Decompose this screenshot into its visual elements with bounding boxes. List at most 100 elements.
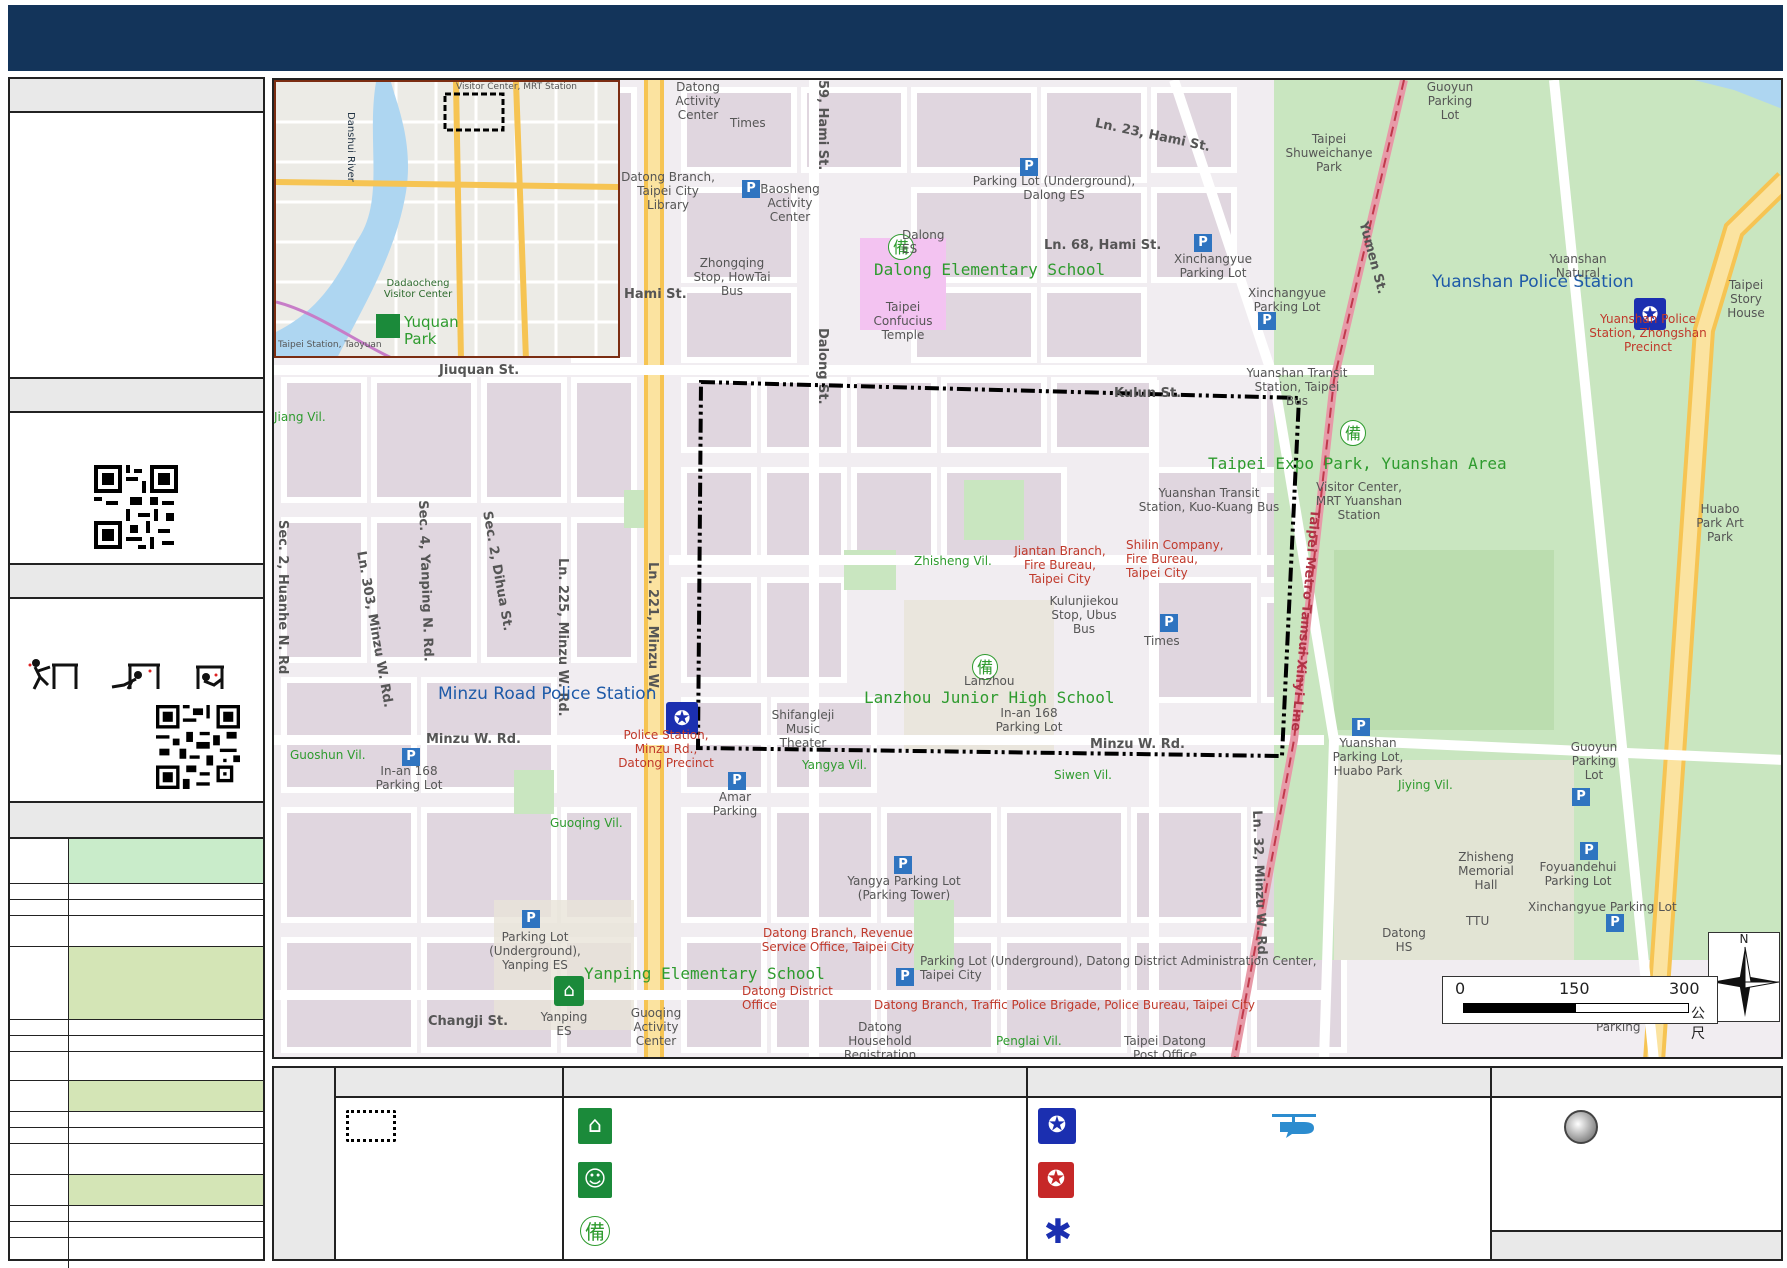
poi-label: Parking Lot (Underground), Datong Distri… [920,954,1317,982]
table-row [10,1019,263,1035]
qr-code-icon[interactable] [92,465,180,549]
poi-label: Jiantan Branch, Fire Bureau, Taipei City [1014,544,1106,586]
evacuation-route-legend-icon: ⌂ [578,1108,612,1144]
legend-col-divider [1026,1068,1028,1259]
poi-label: Yuanshan Transit Station, Taipei Bus [1246,366,1348,408]
poi-label: Lanzhou [964,674,1015,688]
map-view[interactable]: Dadaocheng Visitor Center Yuquan Park Da… [272,78,1783,1059]
evacuation-site-legend-icon: ☺ [578,1162,612,1198]
poi-label: Datong District Office [742,984,833,1012]
shelter-legend-icon: 備 [580,1216,610,1246]
info-panel-1-header [10,79,263,113]
parking-icon[interactable]: P [894,856,912,874]
parking-icon[interactable]: P [1194,234,1212,252]
info-panel-4-header [10,803,263,839]
parking-icon[interactable]: P [522,910,540,928]
poi-label: Amar Parking [712,790,758,818]
info-panel-1 [8,77,265,379]
table-row [10,899,263,915]
info-panel-2-header [10,379,263,413]
police-station-label-minzu: Minzu Road Police Station [438,684,657,704]
poi-label: Visitor Center, MRT Yuanshan Station [1315,480,1403,522]
parking-icon[interactable]: P [1606,914,1624,932]
poi-label: Parking Lot (Underground), Yanping ES [489,930,581,972]
north-arrow: N [1708,932,1780,1022]
info-table [10,839,263,1268]
street-label: Sec. 2, Huanhe N. Rd [275,520,290,675]
medical-legend-icon: ✱ [1043,1212,1073,1252]
inset-label-danshui: Danshui River [345,112,356,182]
poi-label: Yuanshan Parking Lot, Huabo Park [1332,736,1404,778]
street-label: Jiuquan St. [439,363,520,378]
poi-label: Guoyun Parking Lot [1426,80,1474,122]
parking-icon[interactable]: P [1572,788,1590,806]
info-panel-3 [8,563,265,803]
compass-icon [1711,946,1780,1017]
legend-col-divider [562,1068,564,1259]
legend-footer-cell [1492,1230,1781,1259]
poi-label: Taipei Shuweichanye Park [1285,132,1373,174]
street-label: Hami St. [624,287,687,302]
place-label-lanzhou: Lanzhou Junior High School [864,688,1115,707]
village-label: Penglai Vil. [996,1034,1062,1048]
scale-label-mid: 150 [1559,979,1590,998]
poi-label: Datong Branch, Traffic Police Brigade, P… [874,998,1256,1012]
parking-icon[interactable]: P [1352,718,1370,736]
police-legend-icon: ✪ [1038,1108,1076,1144]
poi-label: Yanping ES [540,1010,588,1038]
parking-icon[interactable]: P [1258,312,1276,330]
table-row [10,839,263,883]
poi-label: Datong Branch, Taipei City Library [621,170,715,212]
legend-panel: ⌂ ☺ 備 ✪ ✪ ✱ [272,1066,1783,1261]
poi-label: Yuanshan Police Station, Zhongshan Preci… [1589,312,1707,354]
poi-label: Yuanshan Transit Station, Kuo-Kuang Bus [1138,486,1280,514]
parking-icon[interactable]: P [1160,614,1178,632]
poi-label: Times [1144,634,1180,648]
poi-label: Datong Branch, Revenue Service Office, T… [761,926,915,954]
place-label-dalong-es: Dalong Elementary School [874,260,1106,279]
inset-map: Dadaocheng Visitor Center Yuquan Park Da… [274,80,620,358]
scale-bar-segments [1463,1003,1689,1013]
table-row [10,1051,263,1080]
legend-title-cell [274,1068,336,1259]
poi-label: TTU [1466,914,1490,928]
street-label: 59, Hami St. [815,80,830,171]
parking-icon[interactable]: P [896,968,914,986]
street-label: Minzu W. Rd. [1090,737,1185,752]
poi-label: Taipei Datong Post Office [1123,1034,1207,1059]
parking-icon[interactable]: P [728,772,746,790]
place-label-expo-park: Taipei Expo Park, Yuanshan Area [1208,454,1507,473]
legend-header-row [336,1068,1781,1098]
poi-label: Guoyun Parking Lot [1570,740,1618,782]
poi-label: Times [730,116,766,130]
village-label: Zhisheng Vil. [914,554,992,568]
parking-icon[interactable]: P [1580,842,1598,860]
scale-label-unit: 公尺 [1691,1006,1705,1042]
poi-label: Xinchangyue Parking Lot [1528,900,1677,914]
street-label: Ln. 68, Hami St. [1044,238,1162,253]
evacuation-exit-icon[interactable]: ⌂ [554,976,584,1006]
table-row [10,1237,263,1268]
village-label: Yangya Vil. [802,758,867,772]
info-panel-2 [8,377,265,565]
cover-pictogram-icon [111,663,160,690]
table-row [10,1127,263,1143]
poi-label: Huabo Park Art Park [1696,502,1744,544]
table-row [10,1111,263,1127]
inset-label-dadaocheng: Dadaocheng Visitor Center [383,278,453,300]
poi-label: Guoqing Activity Center [630,1006,682,1048]
poi-label: Shifangleji Music Theater [771,708,835,750]
inset-label-visitor-mrt: Visitor Center, MRT Station [456,82,577,92]
poi-label: Zhongqing Stop, HowTai Bus [693,256,771,298]
village-label: Jiying Vil. [1398,778,1453,792]
table-row [10,946,263,1019]
table-row [10,1143,263,1174]
poi-label: Yangya Parking Lot (Parking Tower) [847,874,961,902]
poi-label: Shilin Company, Fire Bureau, Taipei City [1126,538,1224,580]
poi-label: In-an 168 Parking Lot [995,706,1063,734]
qr-code-2-icon[interactable] [156,705,240,789]
poi-label: Zhisheng Memorial Hall [1458,850,1514,892]
shelter-icon[interactable]: 備 [1340,420,1366,446]
table-row [10,915,263,946]
place-label-yanping: Yanping Elementary School [584,964,825,983]
